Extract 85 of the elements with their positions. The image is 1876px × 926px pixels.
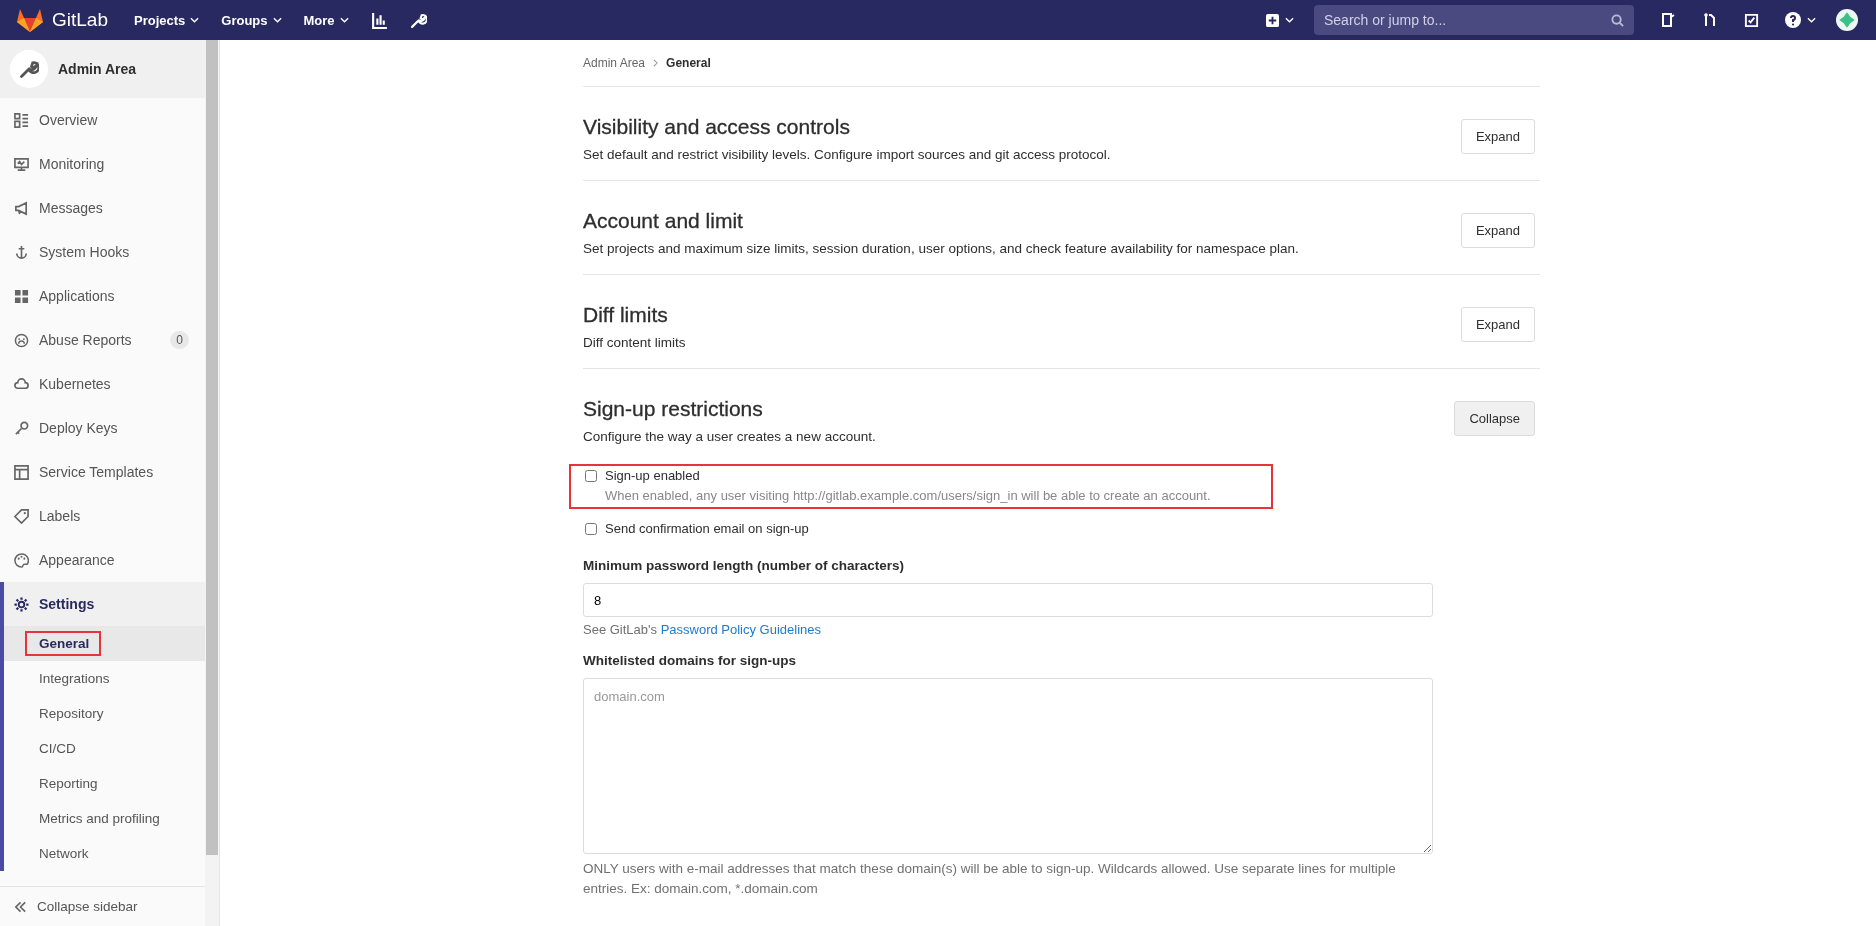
user-avatar-icon[interactable] <box>1836 9 1858 31</box>
search-icon <box>1611 14 1624 27</box>
sidebar-item[interactable]: Abuse Reports <box>0 318 171 362</box>
wrench-icon[interactable] <box>409 11 427 29</box>
section-description: Set projects and maximum size limits, session duration, user options, and check feature availability for namespace plan. <box>583 241 1299 256</box>
count-badge: 0 <box>170 331 189 349</box>
help-text: ONLY users with e-mail addresses that match these domain(s) will be able to sign-up. Wildcards allowed. Use separate lines for multiple entries. Ex: domain.com, *.domain.com <box>583 860 1397 898</box>
sidebar-subitem[interactable]: Integrations <box>4 661 205 696</box>
chevron-icon <box>653 59 659 67</box>
help-text: See GitLab's Password Policy Guidelines <box>583 622 823 637</box>
brand-name[interactable]: GitLab <box>52 9 108 31</box>
field-label: Whitelisted domains for sign-ups <box>583 653 797 668</box>
sidebar-item[interactable]: Kubernetes <box>0 362 205 406</box>
sidebar-subitem[interactable]: Repository <box>4 696 205 731</box>
sidebar-title[interactable]: Admin Area <box>58 61 137 77</box>
todo-icon[interactable] <box>1660 12 1676 28</box>
sidebar-item[interactable]: Messages <box>0 186 205 230</box>
toggle-section-button[interactable]: Expand <box>1460 119 1535 154</box>
sidebar-item[interactable]: Applications <box>0 274 205 318</box>
sidebar-item[interactable]: Overview <box>0 98 205 142</box>
toggle-section-button[interactable]: Collapse <box>1454 401 1535 436</box>
checkbox-label[interactable]: Send confirmation email on sign-up <box>605 521 809 536</box>
double-chevron-icon <box>14 900 27 913</box>
fox-logo-icon[interactable] <box>16 7 44 33</box>
apps-icon <box>14 288 29 304</box>
palette-icon <box>14 552 29 568</box>
sidebar-item[interactable]: Settings <box>4 582 205 626</box>
sidebar-item[interactable]: Labels <box>0 494 205 538</box>
tag-icon <box>14 508 29 524</box>
field-label: Minimum password length (number of characters) <box>583 558 906 573</box>
gear-icon <box>14 596 29 612</box>
nav-menu[interactable]: Groups <box>221 12 282 28</box>
checkbox[interactable] <box>585 522 597 535</box>
megaphone-icon <box>14 200 29 216</box>
password-length-field[interactable]: 8 <box>583 583 1433 617</box>
new-item-dropdown[interactable] <box>1266 13 1294 27</box>
caret-icon <box>339 17 349 23</box>
scrollbar[interactable] <box>206 40 218 855</box>
help-icon <box>1785 12 1801 28</box>
nav-menu[interactable]: Projects <box>134 12 200 28</box>
hook-icon <box>14 244 29 260</box>
section-description: Set default and restrict visibility levels. Configure import sources and git access protocol. <box>583 147 1111 162</box>
smile-icon <box>14 332 29 348</box>
merge-request-icon[interactable] <box>1702 12 1718 28</box>
overview-icon <box>14 112 29 128</box>
toggle-section-button[interactable]: Expand <box>1460 213 1535 248</box>
help-dropdown[interactable] <box>1785 12 1816 28</box>
plus-icon <box>1266 13 1279 27</box>
section-title: Diff limits <box>583 303 669 327</box>
checkbox[interactable] <box>585 469 597 482</box>
help-text: When enabled, any user visiting http://gitlab.example.com/users/sign_in will be able to create an account. <box>605 488 1212 503</box>
sidebar-subitem[interactable]: Reporting <box>4 766 205 801</box>
whitelist-field[interactable]: domain.com <box>583 678 1433 854</box>
sidebar-item[interactable]: Monitoring <box>0 142 205 186</box>
checkbox-icon[interactable] <box>1744 12 1759 28</box>
caret-icon <box>190 17 200 23</box>
key-icon <box>14 420 29 436</box>
section-title: Account and limit <box>583 209 744 233</box>
breadcrumb-link[interactable]: General <box>666 56 711 70</box>
section-title: Sign-up restrictions <box>583 397 764 421</box>
search-field[interactable]: Search or jump to... <box>1314 5 1634 35</box>
sidebar-subitem[interactable]: Network <box>4 836 205 871</box>
sidebar-subitem[interactable]: Metrics and profiling <box>4 801 205 836</box>
wrench-icon <box>10 50 48 88</box>
caret-icon <box>1807 17 1816 23</box>
sidebar-subitem[interactable]: CI/CD <box>4 731 205 766</box>
sidebar-item[interactable]: System Hooks <box>0 230 205 274</box>
sidebar-item[interactable]: Deploy Keys <box>0 406 205 450</box>
monitor-icon <box>14 156 29 172</box>
guidelines-link[interactable]: Password Policy Guidelines <box>660 622 822 637</box>
section-description: Diff content limits <box>583 335 686 350</box>
sidebar-subitem[interactable]: General <box>4 626 205 661</box>
checkbox-label[interactable]: Sign-up enabled <box>605 468 700 483</box>
sidebar-item[interactable]: Service Templates <box>0 450 205 494</box>
section-title: Visibility and access controls <box>583 115 851 139</box>
sidebar-item[interactable]: Appearance <box>0 538 205 582</box>
breadcrumb-link[interactable]: Admin Area <box>583 56 646 70</box>
nav-menu[interactable]: More <box>303 12 349 28</box>
caret-icon <box>1285 17 1294 23</box>
template-icon <box>14 464 29 480</box>
cloud-icon <box>14 376 29 392</box>
caret-icon <box>272 17 282 23</box>
section-description: Configure the way a user creates a new account. <box>583 429 876 444</box>
bar-chart-icon[interactable] <box>370 11 388 29</box>
toggle-section-button[interactable]: Expand <box>1460 307 1535 342</box>
